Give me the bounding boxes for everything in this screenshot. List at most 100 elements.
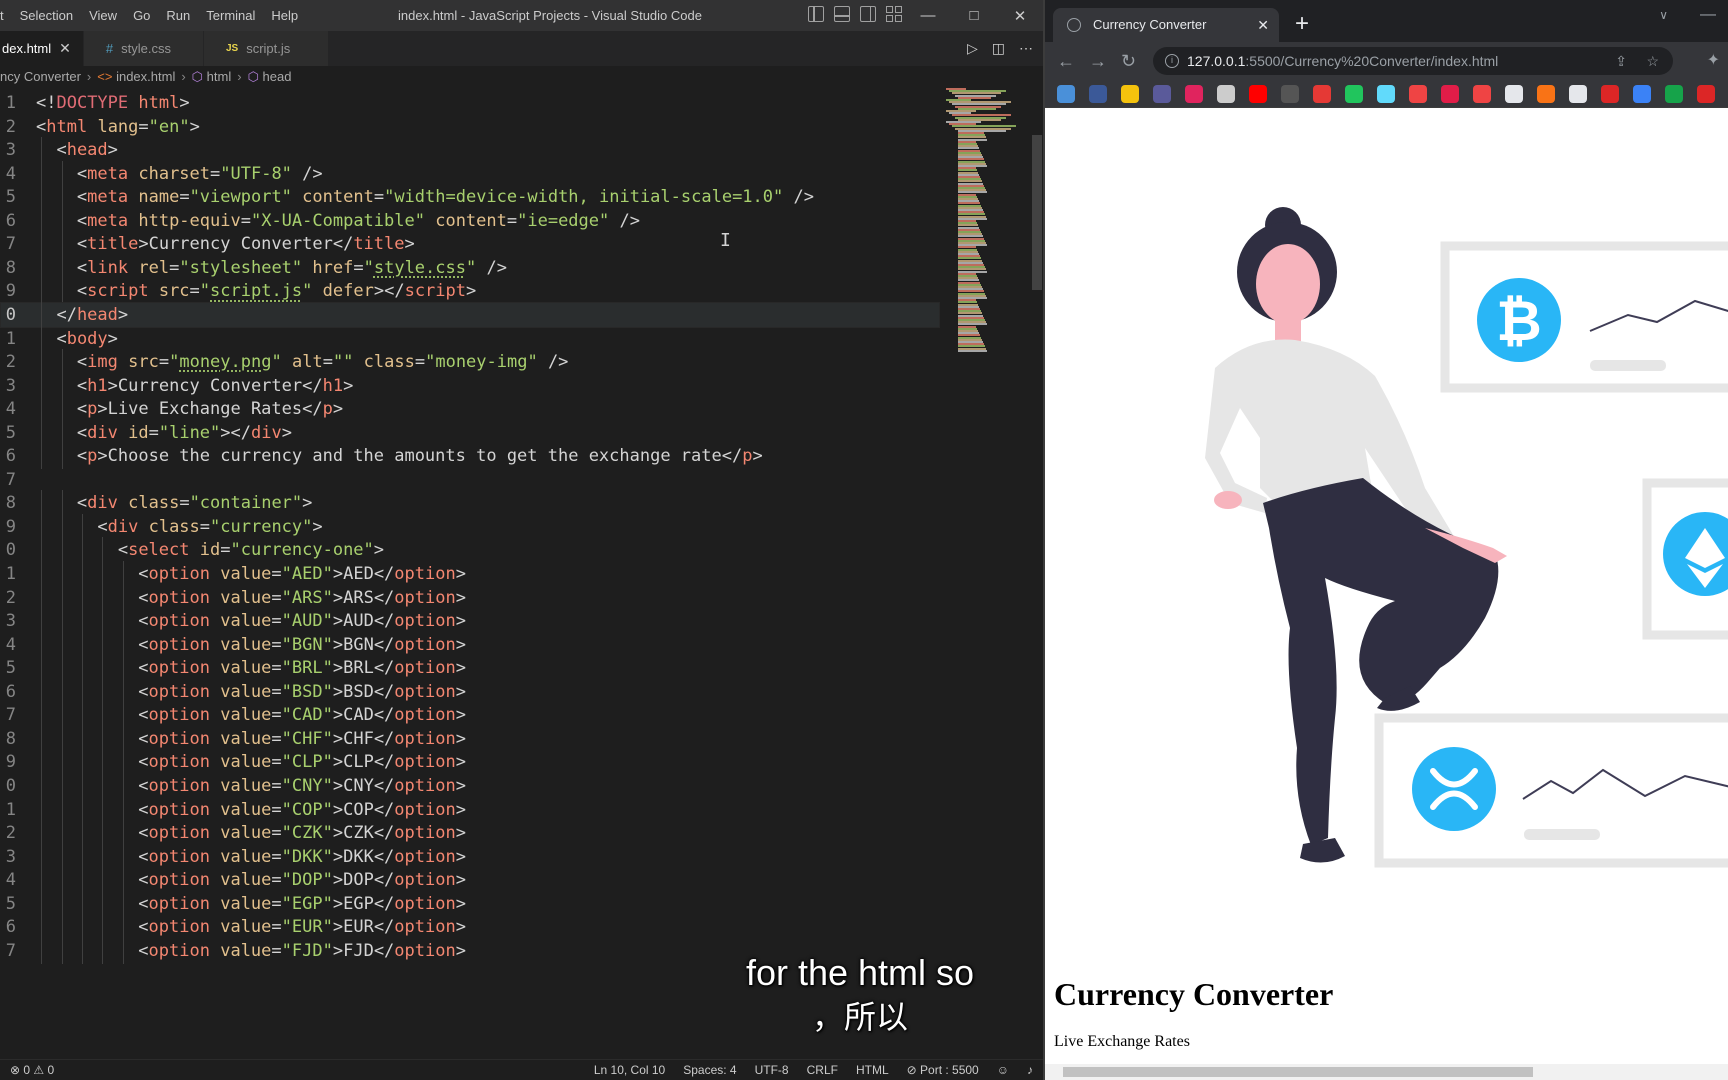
code-line[interactable]: 7 <box>0 467 940 493</box>
code-line[interactable]: 1 <option value="AED">AED</option> <box>0 561 940 587</box>
tab-index-html[interactable]: dex.html ✕ <box>0 31 84 66</box>
bookmark-icon[interactable] <box>1569 84 1587 103</box>
code-line[interactable]: 7 <option value="CAD">CAD</option> <box>0 702 940 729</box>
tab-style-css[interactable]: # style.css <box>83 31 204 66</box>
split-editor-icon[interactable]: ◫ <box>992 40 1005 57</box>
more-actions-icon[interactable]: ⋯ <box>1019 40 1033 57</box>
bookmark-icon[interactable] <box>1313 84 1331 103</box>
bookmark-icon[interactable] <box>1441 84 1459 103</box>
bookmark-star-icon[interactable]: ☆ <box>1646 47 1659 75</box>
tab-search-icon[interactable]: ∨ <box>1659 8 1668 22</box>
run-icon[interactable]: ▷ <box>967 40 978 57</box>
maximize-icon[interactable]: □ <box>951 0 997 31</box>
line-ending[interactable]: CRLF <box>807 1060 838 1080</box>
code-line[interactable]: 2 <html lang="en"> <box>0 114 940 140</box>
code-editor[interactable]: 1 <!DOCTYPE html> 2 <html lang="en"> 3 <head>… <box>0 88 1043 1059</box>
minimize-icon[interactable]: — <box>905 0 951 31</box>
menu-item[interactable]: Run <box>158 0 198 31</box>
back-icon[interactable]: ← <box>1057 42 1075 80</box>
bookmark-icon[interactable] <box>1345 84 1363 103</box>
minimize-icon[interactable]: — <box>1700 6 1716 24</box>
extensions-icon[interactable]: ✦ <box>1707 42 1720 80</box>
code-line[interactable]: 9 <div class="currency"> <box>0 513 940 540</box>
close-tab-icon[interactable]: ✕ <box>59 31 71 66</box>
scrollbar-thumb[interactable] <box>1063 1067 1533 1077</box>
code-line[interactable]: 2 <option value="CZK">CZK</option> <box>0 820 940 847</box>
breadcrumb-file[interactable]: index.html <box>116 69 175 84</box>
bookmark-icon[interactable] <box>1377 84 1395 103</box>
new-tab-icon[interactable]: + <box>1295 9 1309 39</box>
feedback-icon[interactable]: ☺ <box>997 1060 1009 1080</box>
bookmark-icon[interactable] <box>1217 84 1235 103</box>
bookmark-icon[interactable] <box>1537 84 1555 103</box>
bookmark-icon[interactable] <box>1505 84 1523 103</box>
code-line[interactable]: 0 <option value="CNY">CNY</option> <box>0 772 940 799</box>
code-line[interactable]: 3 <option value="AUD">AUD</option> <box>0 608 940 635</box>
menu-item[interactable]: Selection <box>12 0 81 31</box>
code-line[interactable]: 8 <div class="container"> <box>0 490 940 517</box>
code-line[interactable]: 3 <h1>Currency Converter</h1> <box>0 372 940 399</box>
code-line[interactable]: 9 <script src="script.js" defer></script> <box>0 278 940 305</box>
live-server-port[interactable]: ⊘ Port : 5500 <box>907 1060 979 1080</box>
code-line[interactable]: 6 <meta http-equiv="X-UA-Compatible" cont… <box>0 207 940 234</box>
close-tab-icon[interactable]: ✕ <box>1257 8 1269 42</box>
code-line[interactable]: 6 <option value="BSD">BSD</option> <box>0 678 940 705</box>
indentation[interactable]: Spaces: 4 <box>683 1060 736 1080</box>
share-icon[interactable]: ⇪ <box>1615 47 1627 75</box>
code-line[interactable]: 4 <option value="DOP">DOP</option> <box>0 867 940 894</box>
minimap[interactable] <box>944 88 1024 388</box>
code-line[interactable]: 5 <option value="EGP">EGP</option> <box>0 890 940 917</box>
menu-item[interactable]: Go <box>125 0 158 31</box>
code-line[interactable]: 1 <body> <box>0 325 940 352</box>
code-line[interactable]: 0 <select id="currency-one"> <box>0 537 940 564</box>
browser-tab[interactable]: Currency Converter ✕ <box>1053 8 1279 42</box>
encoding[interactable]: UTF-8 <box>755 1060 789 1080</box>
close-window-icon[interactable]: ✕ <box>997 0 1043 31</box>
tab-script-js[interactable]: JS script.js <box>203 31 330 66</box>
bookmark-icon[interactable] <box>1057 84 1075 103</box>
errors-indicator[interactable]: ⊗ 0 ⚠ 0 <box>10 1060 54 1080</box>
bookmark-icon[interactable] <box>1473 84 1491 103</box>
code-line[interactable]: 5 <meta name="viewport" content="width=de… <box>0 184 940 211</box>
bookmark-icon[interactable] <box>1409 84 1427 103</box>
code-line[interactable]: 7 <title>Currency Converter</title> <box>0 231 940 258</box>
bookmark-icon[interactable] <box>1249 84 1267 103</box>
code-line[interactable]: 9 <option value="CLP">CLP</option> <box>0 749 940 776</box>
toggle-sidebar-icon[interactable] <box>808 6 824 22</box>
notifications-icon[interactable]: ♪ <box>1027 1060 1033 1080</box>
breadcrumb-folder[interactable]: ncy Converter <box>0 69 81 84</box>
code-line[interactable]: 0 </head> <box>0 301 940 328</box>
menu-item[interactable]: View <box>81 0 125 31</box>
code-line[interactable]: 1 <!DOCTYPE html> <box>0 90 940 116</box>
bookmark-icon[interactable] <box>1697 84 1715 103</box>
code-line[interactable]: 1 <option value="COP">COP</option> <box>0 796 940 823</box>
code-line[interactable]: 5 <div id="line"></div> <box>0 419 940 446</box>
toggle-panel-icon[interactable] <box>834 6 850 22</box>
code-line[interactable]: 4 <p>Live Exchange Rates</p> <box>0 396 940 423</box>
code-line[interactable]: 8 <link rel="stylesheet" href="style.css"… <box>0 254 940 281</box>
code-line[interactable]: 4 <option value="BGN">BGN</option> <box>0 631 940 658</box>
code-line[interactable]: 4 <meta charset="UTF-8" /> <box>0 160 940 187</box>
code-line[interactable]: 6 <option value="EUR">EUR</option> <box>0 914 940 941</box>
cursor-position[interactable]: Ln 10, Col 10 <box>594 1060 665 1080</box>
menu-item[interactable]: Terminal <box>198 0 263 31</box>
editor-scrollbar-thumb[interactable] <box>1032 135 1042 290</box>
toggle-secondary-sidebar-icon[interactable] <box>860 6 876 22</box>
code-line[interactable]: 3 <option value="DKK">DKK</option> <box>0 843 940 870</box>
bookmark-icon[interactable] <box>1665 84 1683 103</box>
customize-layout-icon[interactable] <box>886 6 902 22</box>
site-info-icon[interactable]: i <box>1165 54 1179 68</box>
bookmark-icon[interactable] <box>1633 84 1651 103</box>
bookmark-icon[interactable] <box>1153 84 1171 103</box>
page-horizontal-scrollbar[interactable] <box>1045 1064 1728 1080</box>
bookmark-icon[interactable] <box>1281 84 1299 103</box>
bookmark-icon[interactable] <box>1121 84 1139 103</box>
address-bar[interactable]: i 127.0.0.1:5500/Currency%20Converter/in… <box>1153 47 1673 75</box>
code-line[interactable]: 2 <option value="ARS">ARS</option> <box>0 584 940 611</box>
code-line[interactable]: 2 <img src="money.png" alt="" class="mone… <box>0 349 940 376</box>
breadcrumb-html[interactable]: html <box>207 69 232 84</box>
code-line[interactable]: 3 <head> <box>0 137 940 164</box>
reload-icon[interactable]: ↻ <box>1121 42 1136 80</box>
bookmark-icon[interactable] <box>1601 84 1619 103</box>
bookmark-icon[interactable] <box>1185 84 1203 103</box>
